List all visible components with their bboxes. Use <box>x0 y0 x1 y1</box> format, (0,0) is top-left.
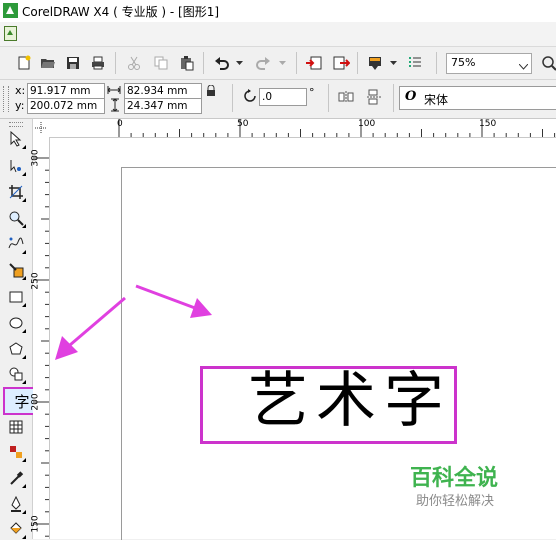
annotation-arrows <box>55 284 212 360</box>
watermark-title: 百科全说 <box>410 466 499 491</box>
watermark-subtitle: 助你轻松解决 <box>416 494 495 509</box>
